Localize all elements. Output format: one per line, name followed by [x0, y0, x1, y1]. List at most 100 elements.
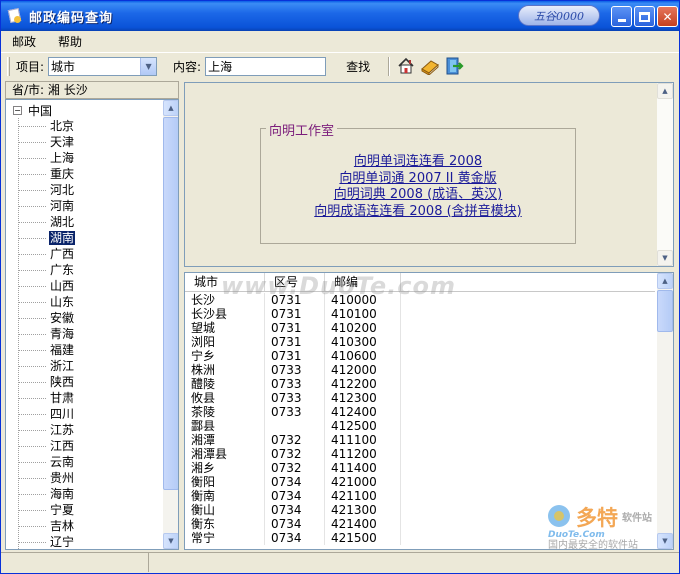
city-cell: 酃县 [185, 419, 265, 433]
tree-item[interactable]: 福建 [18, 342, 75, 358]
product-link-0[interactable]: 向明单词连连看 2008 [261, 154, 575, 171]
tree-item[interactable]: 北京 [18, 118, 75, 134]
table-row[interactable]: 浏阳 0731 410300 [185, 335, 655, 349]
column-area-code[interactable]: 区号 [265, 273, 325, 291]
book-icon [421, 60, 439, 75]
tree-item[interactable]: 辽宁 [18, 534, 75, 549]
table-row[interactable]: 常宁 0734 421500 [185, 531, 655, 545]
exit-button[interactable] [444, 56, 464, 76]
postal-table[interactable]: 城市 区号 邮编 长沙 0731 410000 长沙县 0731 410100 望城 0731… [184, 272, 674, 550]
city-cell: 宁乡 [185, 349, 265, 363]
table-row[interactable]: 衡阳 0734 421000 [185, 475, 655, 489]
maximize-button[interactable] [634, 6, 655, 27]
tree-item[interactable]: 山西 [18, 278, 75, 294]
column-zip[interactable]: 邮编 [325, 273, 401, 291]
blank-cell [401, 461, 655, 475]
product-link-1[interactable]: 向明单词通 2007 II 黄金版 [261, 171, 575, 188]
table-row[interactable]: 酃县 412500 [185, 419, 655, 433]
table-row[interactable]: 长沙县 0731 410100 [185, 307, 655, 321]
tree-connector [18, 173, 46, 175]
tree-scrollbar[interactable]: ▲ ▼ [163, 100, 178, 549]
tree-item[interactable]: 甘肃 [18, 390, 75, 406]
tree-item-label: 四川 [50, 407, 75, 421]
tree-item[interactable]: 海南 [18, 486, 75, 502]
info-scrollbar[interactable]: ▲ ▼ [657, 83, 673, 266]
product-link-2[interactable]: 向明词典 2008 (成语、英汉) [261, 187, 575, 204]
area-code-cell [265, 419, 325, 433]
table-scroll-down-icon[interactable]: ▼ [657, 533, 673, 549]
table-row[interactable]: 衡南 0734 421100 [185, 489, 655, 503]
tree-item[interactable]: 河北 [18, 182, 75, 198]
menu-help[interactable]: 帮助 [47, 33, 93, 50]
menu-postal[interactable]: 邮政 [1, 33, 47, 50]
tree-item[interactable]: 广东 [18, 262, 75, 278]
tree-scroll-thumb[interactable] [163, 117, 178, 490]
tree-item[interactable]: 上海 [18, 150, 75, 166]
tree-item[interactable]: 宁夏 [18, 502, 75, 518]
tree-item[interactable]: 山东 [18, 294, 75, 310]
content-input[interactable] [205, 56, 327, 76]
home-button[interactable] [396, 56, 416, 76]
find-button[interactable]: 查找 [342, 56, 374, 77]
tree-item[interactable]: 湖北 [18, 214, 75, 230]
table-row[interactable]: 衡东 0734 421400 [185, 517, 655, 531]
chevron-down-icon[interactable]: ▼ [140, 57, 157, 75]
area-code-cell: 0733 [265, 391, 325, 405]
tree-item[interactable]: 吉林 [18, 518, 75, 534]
collapse-icon[interactable]: − [13, 105, 22, 115]
item-select[interactable]: 城市 ▼ [48, 56, 158, 76]
title-bar[interactable]: 邮政编码查询 五谷0000 ✕ [1, 1, 679, 31]
tree-item[interactable]: 湖南 [18, 230, 76, 246]
tree-item[interactable]: 四川 [18, 406, 75, 422]
book-button[interactable] [420, 56, 440, 76]
blank-cell [401, 377, 655, 391]
scroll-down-icon[interactable]: ▼ [163, 533, 178, 549]
table-row[interactable]: 湘潭 0732 411100 [185, 433, 655, 447]
tree-item[interactable]: 广西 [18, 246, 75, 262]
table-row[interactable]: 茶陵 0733 412400 [185, 405, 655, 419]
tree-root[interactable]: − 中国 [13, 102, 52, 118]
column-city[interactable]: 城市 [185, 273, 265, 291]
tree-item[interactable]: 陕西 [18, 374, 75, 390]
table-row[interactable]: 株洲 0733 412000 [185, 363, 655, 377]
table-row[interactable]: 攸县 0733 412300 [185, 391, 655, 405]
table-header: 城市 区号 邮编 [185, 273, 655, 292]
tree-item[interactable]: 安徽 [18, 310, 75, 326]
tree-item-label: 青海 [50, 327, 75, 341]
minimize-button[interactable] [611, 6, 632, 27]
tree-item[interactable]: 浙江 [18, 358, 75, 374]
tree-item[interactable]: 贵州 [18, 470, 75, 486]
tree-connector [18, 541, 46, 543]
tree-item[interactable]: 天津 [18, 134, 75, 150]
table-scroll-thumb[interactable] [657, 290, 673, 332]
table-row[interactable]: 湘乡 0732 411400 [185, 461, 655, 475]
table-scrollbar[interactable]: ▲ ▼ [657, 273, 673, 549]
city-cell: 湘潭 [185, 433, 265, 447]
tree-item[interactable]: 重庆 [18, 166, 75, 182]
tree-item[interactable]: 江西 [18, 438, 75, 454]
scroll-up-icon[interactable]: ▲ [163, 100, 178, 116]
tree-item[interactable]: 云南 [18, 454, 75, 470]
table-row[interactable]: 望城 0731 410200 [185, 321, 655, 335]
tree-item[interactable]: 青海 [18, 326, 75, 342]
table-scroll-up-icon[interactable]: ▲ [657, 273, 673, 289]
table-row[interactable]: 衡山 0734 421300 [185, 503, 655, 517]
city-cell: 长沙县 [185, 307, 265, 321]
maximize-icon [639, 11, 650, 22]
blank-cell [401, 503, 655, 517]
tree-item[interactable]: 河南 [18, 198, 75, 214]
tree-item[interactable]: 江苏 [18, 422, 75, 438]
info-scroll-down-icon[interactable]: ▼ [657, 250, 673, 266]
table-row[interactable]: 宁乡 0731 410600 [185, 349, 655, 363]
product-link-3[interactable]: 向明成语连连看 2008 (含拼音模块) [261, 204, 575, 221]
info-scroll-up-icon[interactable]: ▲ [657, 83, 673, 99]
table-row[interactable]: 长沙 0731 410000 [185, 293, 655, 307]
tree-connector [18, 445, 46, 447]
province-tree[interactable]: − 中国 北京 天津 上海 重庆 河北 河南 湖北 湖南 广西 广东 山西 山东 安徽 青海 福建 浙江 陕西甘… [5, 99, 179, 550]
blank-cell [401, 405, 655, 419]
tree-connector [18, 221, 46, 223]
toolbar-grip[interactable] [7, 56, 10, 76]
table-row[interactable]: 湘潭县 0732 411200 [185, 447, 655, 461]
close-button[interactable]: ✕ [657, 6, 678, 27]
table-row[interactable]: 醴陵 0733 412200 [185, 377, 655, 391]
